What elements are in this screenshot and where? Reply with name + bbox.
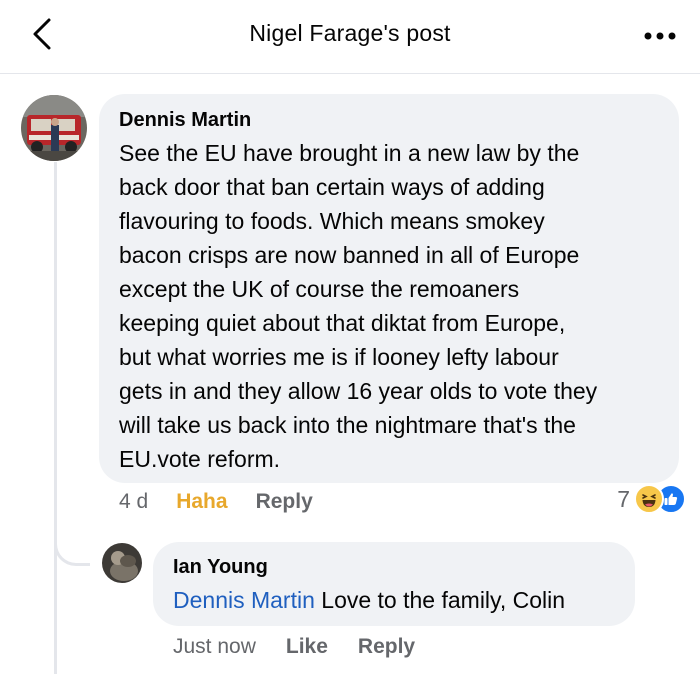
comment-text: See the EU have brought in a new law by … (119, 140, 598, 472)
reply-bubble: Ian Young Dennis Martin Love to the fami… (153, 542, 635, 626)
more-horizontal-icon (644, 32, 676, 40)
page-title: Nigel Farage's post (249, 20, 451, 46)
reaction-count: 7 (617, 485, 630, 512)
comment-author[interactable]: Dennis Martin (119, 108, 659, 132)
profile-photo (102, 543, 142, 583)
comment-timestamp[interactable]: 4 d (119, 490, 148, 514)
reply-body: Love to the family, Colin (314, 587, 566, 613)
fire-truck-photo (21, 95, 87, 161)
comment-actions: 4 d Haha Reply (119, 490, 313, 514)
reply-text: Dennis Martin Love to the family, Colin (173, 583, 615, 617)
reply-actions: Just now Like Reply (173, 635, 415, 659)
reaction-summary[interactable]: 7 (617, 484, 686, 514)
mention-link[interactable]: Dennis Martin (173, 587, 315, 613)
avatar[interactable] (102, 543, 142, 583)
like-button[interactable]: Like (286, 635, 328, 659)
reply-button[interactable]: Reply (358, 635, 415, 659)
reply-author[interactable]: Ian Young (173, 555, 615, 579)
haha-icon (634, 484, 664, 514)
top-bar: Nigel Farage's post (0, 0, 700, 74)
haha-reaction-button[interactable]: Haha (176, 490, 227, 514)
thread-connector (54, 528, 90, 566)
reply-button[interactable]: Reply (256, 490, 313, 514)
more-options-button[interactable] (640, 22, 680, 50)
reply-timestamp[interactable]: Just now (173, 635, 256, 659)
comment-bubble: Dennis Martin See the EU have brought in… (99, 94, 679, 483)
thread-line (54, 162, 57, 674)
avatar[interactable] (21, 95, 87, 161)
